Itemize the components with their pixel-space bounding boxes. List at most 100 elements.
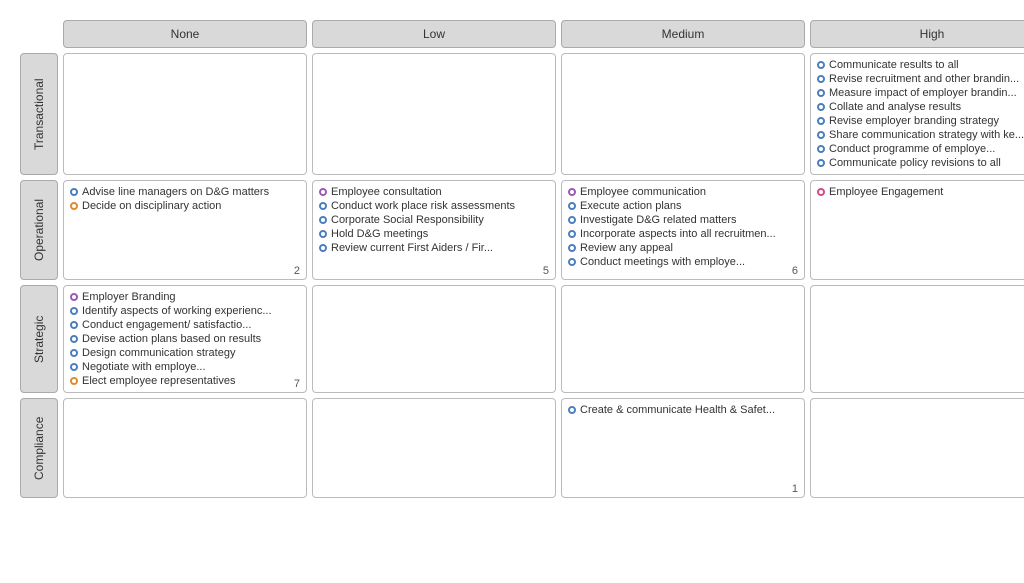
matrix-item-label: Communicate policy revisions to all — [829, 156, 1001, 170]
matrix-item-label: Incorporate aspects into all recruitmen.… — [580, 227, 776, 241]
row-header-compliance: Compliance — [20, 398, 58, 498]
cell-strategic-high[interactable] — [810, 285, 1024, 393]
matrix-item-label: Design communication strategy — [82, 346, 235, 360]
matrix-item-label: Hold D&G meetings — [331, 227, 428, 241]
matrix-item-label: Decide on disciplinary action — [82, 199, 221, 213]
matrix-item[interactable]: Decide on disciplinary action — [70, 199, 300, 213]
matrix-item[interactable]: Design communication strategy — [70, 346, 300, 360]
bullet-icon — [568, 244, 576, 252]
matrix-item-label: Employee consultation — [331, 185, 442, 199]
bullet-icon — [817, 75, 825, 83]
bullet-icon — [817, 117, 825, 125]
matrix-item-label: Measure impact of employer brandin... — [829, 86, 1017, 100]
matrix-item[interactable]: Conduct engagement/ satisfactio... — [70, 318, 300, 332]
matrix-item[interactable]: Employee consultation — [319, 185, 549, 199]
matrix-item-label: Identify aspects of working experienc... — [82, 304, 272, 318]
bullet-icon — [568, 406, 576, 414]
matrix-item-label: Devise action plans based on results — [82, 332, 261, 346]
matrix-item-label: Review any appeal — [580, 241, 673, 255]
bullet-icon — [70, 202, 78, 210]
matrix-item-label: Advise line managers on D&G matters — [82, 185, 269, 199]
cell-transactional-medium[interactable] — [561, 53, 805, 175]
bullet-icon — [319, 188, 327, 196]
matrix-item[interactable]: Employee communication — [568, 185, 798, 199]
matrix-item-label: Conduct work place risk assessments — [331, 199, 515, 213]
priority-matrix: None Low Medium High Transactional Commu… — [20, 20, 1004, 498]
matrix-item[interactable]: Conduct work place risk assessments — [319, 199, 549, 213]
bullet-icon — [70, 293, 78, 301]
cell-strategic-low[interactable] — [312, 285, 556, 393]
bullet-icon — [70, 363, 78, 371]
matrix-item[interactable]: Hold D&G meetings — [319, 227, 549, 241]
matrix-item[interactable]: Investigate D&G related matters — [568, 213, 798, 227]
cell-operational-none[interactable]: Advise line managers on D&G mattersDecid… — [63, 180, 307, 280]
bullet-icon — [568, 258, 576, 266]
bullet-icon — [568, 202, 576, 210]
matrix-item-label: Review current First Aiders / Fir... — [331, 241, 493, 255]
row-header-operational: Operational — [20, 180, 58, 280]
matrix-item[interactable]: Execute action plans — [568, 199, 798, 213]
cell-compliance-medium[interactable]: Create & communicate Health & Safet...1 — [561, 398, 805, 498]
matrix-item[interactable]: Review any appeal — [568, 241, 798, 255]
matrix-item[interactable]: Negotiate with employe... — [70, 360, 300, 374]
cell-transactional-high[interactable]: Communicate results to allRevise recruit… — [810, 53, 1024, 175]
bullet-icon — [70, 188, 78, 196]
matrix-item[interactable]: Elect employee representatives — [70, 374, 300, 388]
matrix-item[interactable]: Revise recruitment and other brandin... — [817, 72, 1024, 86]
matrix-item-label: Employee Engagement — [829, 185, 943, 199]
matrix-item-label: Conduct engagement/ satisfactio... — [82, 318, 251, 332]
cell-count: 7 — [294, 378, 300, 390]
matrix-item-label: Conduct meetings with employe... — [580, 255, 745, 269]
cell-operational-medium[interactable]: Employee communicationExecute action pla… — [561, 180, 805, 280]
bullet-icon — [817, 159, 825, 167]
matrix-item-label: Elect employee representatives — [82, 374, 235, 388]
matrix-item-label: Communicate results to all — [829, 58, 959, 72]
cell-transactional-low[interactable] — [312, 53, 556, 175]
matrix-item-label: Share communication strategy with ke... — [829, 128, 1024, 142]
matrix-item[interactable]: Conduct meetings with employe... — [568, 255, 798, 269]
matrix-item[interactable]: Identify aspects of working experienc... — [70, 304, 300, 318]
bullet-icon — [70, 321, 78, 329]
bullet-icon — [568, 216, 576, 224]
col-header-none: None — [63, 20, 307, 48]
matrix-item[interactable]: Employee Engagement — [817, 185, 1024, 199]
cell-compliance-low[interactable] — [312, 398, 556, 498]
bullet-icon — [70, 349, 78, 357]
matrix-item[interactable]: Communicate policy revisions to all — [817, 156, 1024, 170]
bullet-icon — [70, 377, 78, 385]
bullet-icon — [817, 188, 825, 196]
cell-transactional-none[interactable] — [63, 53, 307, 175]
matrix-item-label: Corporate Social Responsibility — [331, 213, 484, 227]
col-header-high: High — [810, 20, 1024, 48]
matrix-item-label: Revise employer branding strategy — [829, 114, 999, 128]
cell-strategic-medium[interactable] — [561, 285, 805, 393]
matrix-item[interactable]: Communicate results to all — [817, 58, 1024, 72]
matrix-item[interactable]: Collate and analyse results — [817, 100, 1024, 114]
cell-strategic-none[interactable]: Employer BrandingIdentify aspects of wor… — [63, 285, 307, 393]
matrix-item[interactable]: Revise employer branding strategy — [817, 114, 1024, 128]
bullet-icon — [70, 307, 78, 315]
matrix-item[interactable]: Incorporate aspects into all recruitmen.… — [568, 227, 798, 241]
bullet-icon — [319, 216, 327, 224]
cell-count: 5 — [543, 265, 549, 277]
matrix-item[interactable]: Devise action plans based on results — [70, 332, 300, 346]
cell-compliance-none[interactable] — [63, 398, 307, 498]
matrix-item[interactable]: Employer Branding — [70, 290, 300, 304]
bullet-icon — [319, 244, 327, 252]
matrix-item[interactable]: Corporate Social Responsibility — [319, 213, 549, 227]
matrix-item[interactable]: Create & communicate Health & Safet... — [568, 403, 798, 417]
matrix-item[interactable]: Review current First Aiders / Fir... — [319, 241, 549, 255]
matrix-item[interactable]: Measure impact of employer brandin... — [817, 86, 1024, 100]
matrix-item[interactable]: Share communication strategy with ke... — [817, 128, 1024, 142]
cell-compliance-high[interactable] — [810, 398, 1024, 498]
matrix-item[interactable]: Conduct programme of employe... — [817, 142, 1024, 156]
bullet-icon — [568, 188, 576, 196]
cell-operational-low[interactable]: Employee consultationConduct work place … — [312, 180, 556, 280]
bullet-icon — [319, 202, 327, 210]
cell-count: 2 — [294, 265, 300, 277]
matrix-item-label: Employer Branding — [82, 290, 176, 304]
cell-operational-high[interactable]: Employee Engagement1 — [810, 180, 1024, 280]
matrix-item[interactable]: Advise line managers on D&G matters — [70, 185, 300, 199]
cell-count: 6 — [792, 265, 798, 277]
matrix-item-label: Conduct programme of employe... — [829, 142, 995, 156]
